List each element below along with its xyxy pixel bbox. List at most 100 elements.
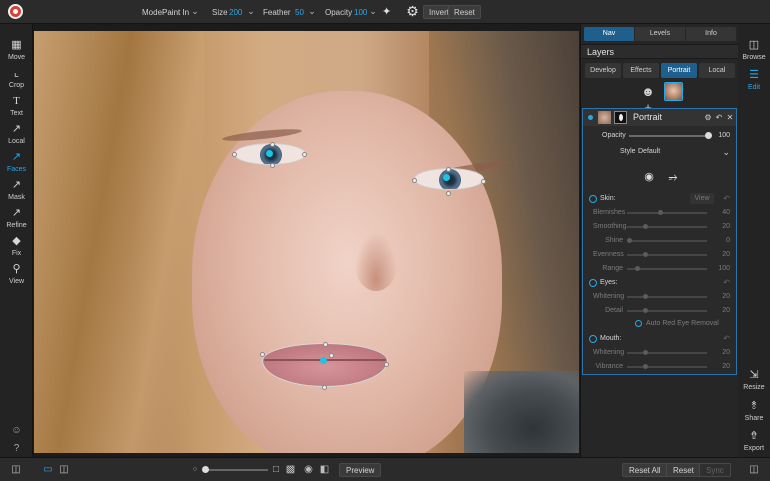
size-chevron-icon[interactable]: ⌄ [246, 6, 256, 16]
reset-button[interactable]: Reset [666, 463, 701, 477]
actual-size-icon[interactable]: ▩ [285, 464, 296, 476]
tab-local[interactable]: Local [699, 63, 735, 78]
eyes-reset-icon[interactable]: ↶ [723, 278, 730, 288]
mouth-center-point[interactable] [320, 357, 327, 364]
toggle-right-panel-icon[interactable]: ◫ [748, 464, 760, 476]
photo-canvas[interactable] [34, 31, 579, 453]
tab-info[interactable]: Info [686, 27, 736, 41]
skin-section[interactable]: Skin: View ↶ [583, 193, 736, 205]
slider-knob[interactable] [627, 238, 632, 243]
eye-center-point[interactable] [443, 174, 450, 181]
mouth-section[interactable]: Mouth: ↶ [583, 333, 736, 345]
opacity-slider-knob[interactable] [705, 132, 712, 139]
skin-reset-icon[interactable]: ↶ [723, 194, 730, 204]
slider-track[interactable] [627, 240, 707, 242]
tool-faces[interactable]: ↗ Faces [0, 150, 33, 178]
sync-button[interactable]: Sync [699, 463, 731, 477]
tool-mask[interactable]: ↗ Mask [0, 178, 33, 206]
tool-crop[interactable]: ⌞ Crop [0, 66, 33, 94]
slider-knob[interactable] [635, 266, 640, 271]
slider-knob[interactable] [643, 350, 648, 355]
tab-develop[interactable]: Develop [585, 63, 621, 78]
face-point[interactable] [384, 362, 389, 367]
add-mouth-icon[interactable]: ⭌ [665, 171, 681, 183]
mask-overlay-icon[interactable]: ◉ [303, 464, 314, 476]
mode-select[interactable]: Paint In [162, 7, 189, 18]
tab-levels[interactable]: Levels [635, 27, 686, 41]
face-point[interactable] [323, 342, 328, 347]
opacity-track[interactable] [629, 135, 707, 137]
help-icon[interactable]: ? [10, 442, 23, 455]
slider-track[interactable] [627, 226, 707, 228]
slider-track[interactable] [627, 352, 707, 354]
slider-knob[interactable] [643, 364, 648, 369]
tool-fix[interactable]: ◆ Fix [0, 234, 33, 262]
face-point[interactable] [446, 167, 451, 172]
zoom-track[interactable] [204, 469, 268, 471]
opacity-value[interactable]: 100 [354, 7, 367, 18]
gear-icon[interactable]: ⚙ [405, 4, 420, 19]
mask-thumbnail[interactable] [614, 111, 627, 124]
face-point[interactable] [270, 142, 275, 147]
slider-track[interactable] [627, 254, 707, 256]
layer-gear-icon[interactable]: ⚙ [703, 112, 713, 123]
skin-toggle[interactable] [589, 195, 597, 203]
add-face-icon[interactable]: ☻+ [640, 84, 656, 115]
face-point[interactable] [232, 152, 237, 157]
tool-text[interactable]: T Text [0, 94, 33, 122]
face-point[interactable] [329, 353, 334, 358]
face-point[interactable] [481, 179, 486, 184]
feather-chevron-icon[interactable]: ⌄ [307, 6, 317, 16]
slider-track[interactable] [627, 212, 707, 214]
zoom-out-icon[interactable]: ○ [191, 464, 199, 476]
tab-nav[interactable]: Nav [584, 27, 635, 41]
layer-undo-icon[interactable]: ↶ [714, 112, 724, 123]
layer-visibility-dot[interactable] [588, 115, 593, 120]
slider-knob[interactable] [643, 294, 648, 299]
feather-value[interactable]: 50 [295, 7, 304, 18]
skin-view-button[interactable]: View [690, 193, 714, 204]
single-view-icon[interactable]: ▭ [42, 464, 54, 476]
module-browse[interactable]: ◫ Browse [738, 38, 770, 66]
eyes-section[interactable]: Eyes: ↶ [583, 277, 736, 289]
face-point[interactable] [322, 385, 327, 390]
slider-track[interactable] [627, 310, 707, 312]
face-point[interactable] [446, 191, 451, 196]
slider-knob[interactable] [643, 252, 648, 257]
layer-close-icon[interactable]: ✕ [725, 112, 735, 123]
module-edit[interactable]: ☰ Edit [738, 68, 770, 96]
magic-wand-icon[interactable]: ✦ [382, 5, 396, 19]
opacity-chevron-icon[interactable]: ⌄ [368, 6, 378, 16]
tool-view[interactable]: ⚲ View [0, 262, 33, 290]
eyes-toggle[interactable] [589, 279, 597, 287]
module-share[interactable]: ⥉ Share [738, 399, 770, 427]
face-point[interactable] [302, 152, 307, 157]
face-point[interactable] [412, 178, 417, 183]
compare-view-icon[interactable]: ◫ [57, 464, 71, 476]
tab-portrait[interactable]: Portrait [661, 63, 697, 78]
tool-move[interactable]: ▦ Move [0, 38, 33, 66]
account-icon[interactable]: ☺ [10, 424, 23, 437]
fit-screen-icon[interactable]: □ [271, 464, 281, 476]
reset-all-button[interactable]: Reset All [622, 463, 668, 477]
slider-knob[interactable] [643, 224, 648, 229]
tab-effects[interactable]: Effects [623, 63, 659, 78]
style-select[interactable]: Default [638, 147, 660, 157]
slider-track[interactable] [627, 366, 707, 368]
slider-knob[interactable] [658, 210, 663, 215]
eye-center-point[interactable] [266, 150, 273, 157]
zoom-slider-knob[interactable] [202, 466, 209, 473]
module-resize[interactable]: ⇲ Resize [738, 368, 770, 396]
slider-track[interactable] [627, 296, 707, 298]
mouth-toggle[interactable] [589, 335, 597, 343]
slider-knob[interactable] [643, 308, 648, 313]
mode-chevron-icon[interactable]: ⌄ [190, 6, 200, 16]
tool-local[interactable]: ↗ Local [0, 122, 33, 150]
reset-mask-button[interactable]: Reset [448, 5, 481, 19]
add-eye-icon[interactable]: ◉ [641, 171, 657, 183]
module-export[interactable]: ⇮ Export [738, 429, 770, 457]
tool-refine[interactable]: ↗ Refine [0, 206, 33, 234]
app-logo-icon[interactable] [8, 4, 23, 19]
face-point[interactable] [270, 163, 275, 168]
before-after-icon[interactable]: ◧ [319, 464, 330, 476]
